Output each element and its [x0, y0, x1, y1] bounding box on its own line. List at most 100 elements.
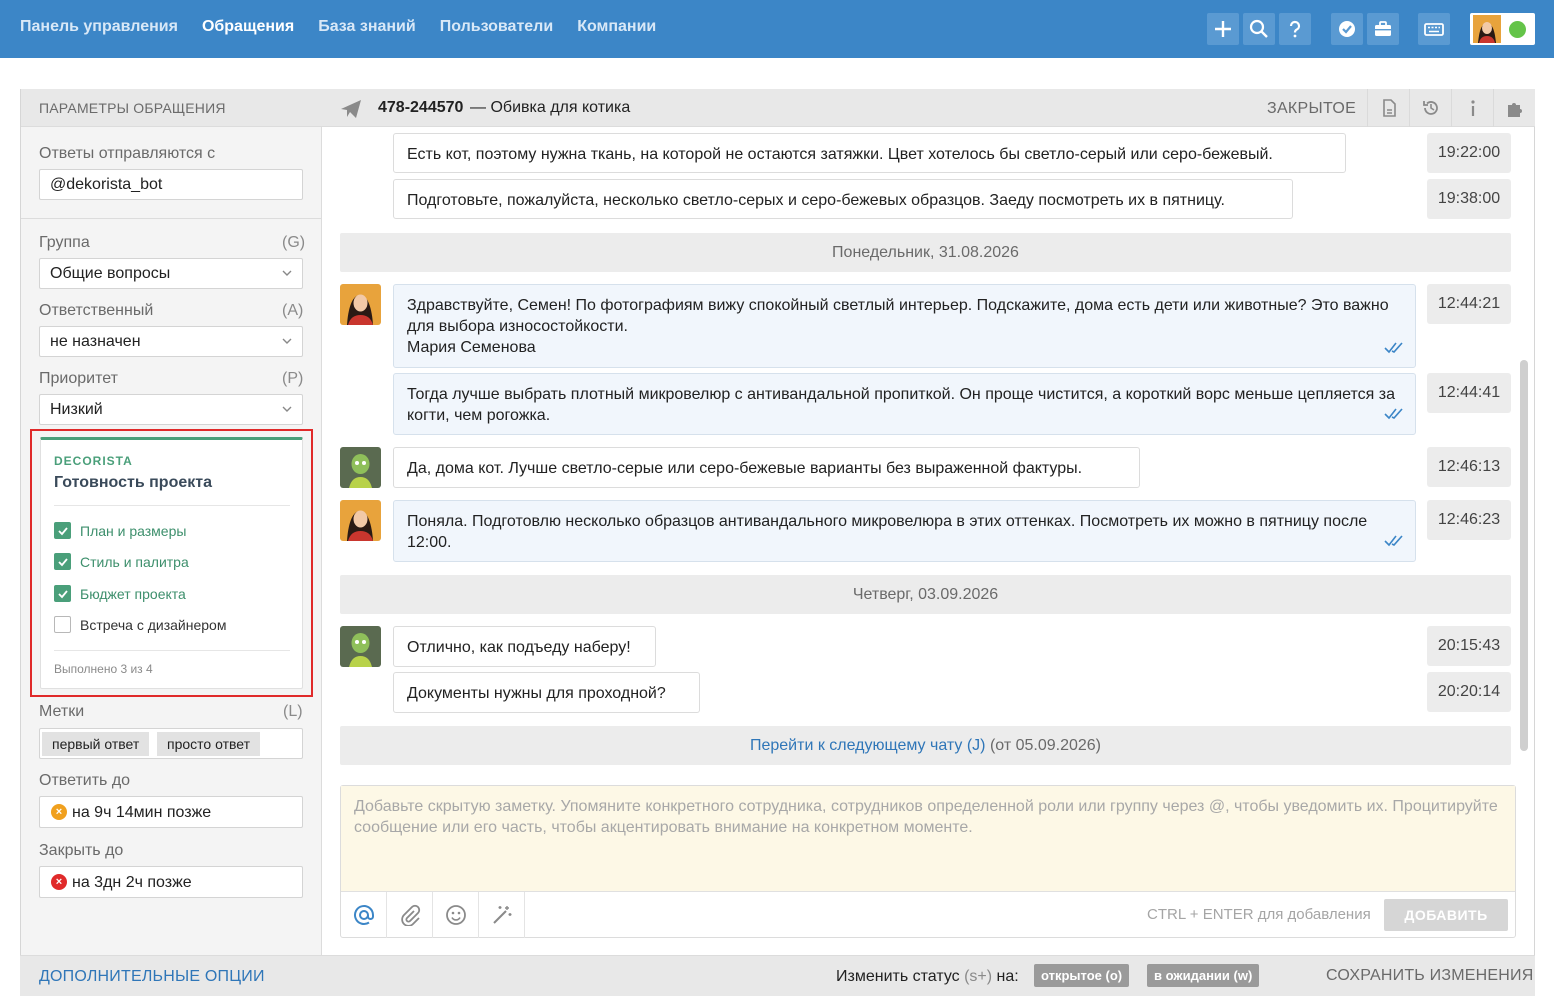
ticket-subject: — Обивка для котика: [470, 99, 630, 117]
widget-divider: [54, 650, 290, 651]
chat-header: 478-244570 — Обивка для котика ЗАКРЫТОЕ: [322, 89, 1535, 127]
checklist-item-label: План и размеры: [80, 522, 187, 539]
checkbox-unchecked[interactable]: [54, 616, 71, 633]
nav-knowledge-base[interactable]: База знаний: [318, 18, 416, 36]
message-client: Отлично, как подъеду наберу!: [393, 626, 656, 667]
status-pending-button[interactable]: в ожидании (w): [1147, 964, 1260, 987]
error-clock-icon: ×: [51, 874, 67, 890]
checklist-item[interactable]: Стиль и палитра: [54, 553, 189, 570]
reply-by-field[interactable]: × на 9ч 14мин позже: [39, 796, 303, 828]
nav-dashboard[interactable]: Панель управления: [20, 18, 178, 36]
nav-users[interactable]: Пользователи: [440, 18, 553, 36]
message-client: Документы нужны для проходной?: [393, 672, 700, 713]
priority-select[interactable]: Низкий: [39, 394, 303, 425]
reply-from-field[interactable]: @dekorista_bot: [39, 169, 303, 200]
online-status-dot: [1509, 21, 1526, 38]
plus-icon[interactable]: [1207, 13, 1239, 45]
help-icon[interactable]: [1279, 13, 1311, 45]
group-hotkey: (G): [282, 234, 306, 251]
double-check-icon: [1384, 408, 1403, 420]
search-icon[interactable]: [1243, 13, 1275, 45]
message-agent: Здравствуйте, Семен! По фотографиям вижу…: [393, 284, 1416, 368]
avatar: [1473, 15, 1501, 43]
document-icon[interactable]: [1367, 89, 1409, 127]
priority-hotkey: (P): [282, 370, 304, 387]
subject-dash: —: [470, 99, 486, 116]
agent-avatar: [340, 284, 381, 325]
checklist-item[interactable]: План и размеры: [54, 522, 186, 539]
tag-chip[interactable]: первый ответ: [42, 732, 150, 756]
composer-toolbar: CTRL + ENTER для добавления ДОБАВИТЬ: [341, 891, 1515, 938]
client-avatar: [340, 626, 381, 667]
briefcase-icon[interactable]: [1367, 13, 1399, 45]
checklist-item[interactable]: Встреча с дизайнером: [54, 616, 226, 633]
group-select-value: Общие вопросы: [50, 265, 171, 282]
message-client: Да, дома кот. Лучше светло-серые или сер…: [393, 447, 1140, 488]
change-status-key: (s+): [964, 968, 993, 985]
assignee-hotkey: (A): [282, 302, 304, 319]
check-badge-icon[interactable]: [1331, 13, 1363, 45]
checkbox-checked[interactable]: [54, 522, 71, 539]
paperclip-icon[interactable]: [387, 892, 433, 938]
day-separator: Четверг, 03.09.2026: [340, 575, 1511, 614]
close-by-field[interactable]: × на 3дн 2ч позже: [39, 866, 303, 898]
chevron-down-icon: [282, 270, 292, 276]
ticket-number: 478-244570: [378, 99, 464, 116]
checkbox-checked[interactable]: [54, 553, 71, 570]
top-navbar: Панель управления Обращения База знаний …: [0, 0, 1554, 58]
priority-label: Приоритет: [39, 370, 118, 387]
magic-wand-icon[interactable]: [479, 892, 525, 938]
tags-field[interactable]: первый ответ просто ответ: [39, 728, 303, 759]
group-select[interactable]: Общие вопросы: [39, 258, 303, 289]
checklist-item[interactable]: Бюджет проекта: [54, 585, 186, 602]
mention-icon[interactable]: [341, 892, 387, 938]
assignee-select-value: не назначен: [50, 333, 141, 350]
reply-from-label: Ответы отправляются с: [39, 145, 216, 162]
panel-header: ПАРАМЕТРЫ ОБРАЩЕНИЯ: [21, 89, 322, 127]
add-note-button[interactable]: ДОБАВИТЬ: [1384, 899, 1508, 931]
widget-divider: [54, 505, 290, 506]
tag-chip[interactable]: просто ответ: [157, 732, 260, 756]
main-nav: Панель управления Обращения База знаний …: [20, 18, 656, 36]
message-time: 12:46:13: [1427, 447, 1511, 487]
day-separator: Понедельник, 31.08.2026: [340, 233, 1511, 272]
message-time: 19:38:00: [1427, 179, 1511, 219]
nav-companies[interactable]: Компании: [577, 18, 656, 36]
checklist-item-label: Стиль и палитра: [80, 553, 189, 570]
more-options-link[interactable]: ДОПОЛНИТЕЛЬНЫЕ ОПЦИИ: [39, 968, 265, 986]
note-input[interactable]: Добавьте скрытую заметку. Упомяните конк…: [341, 786, 1515, 891]
info-icon[interactable]: [1451, 89, 1493, 127]
divider: [21, 218, 322, 219]
keyboard-icon[interactable]: [1418, 13, 1450, 45]
shortcut-hint: CTRL + ENTER для добавления: [1147, 906, 1371, 923]
emoji-icon[interactable]: [433, 892, 479, 938]
message-time: 12:46:23: [1427, 500, 1511, 540]
user-menu[interactable]: [1470, 13, 1535, 45]
warning-clock-icon: ×: [51, 804, 67, 820]
next-chat-link[interactable]: Перейти к следующему чату (J): [750, 737, 986, 754]
widget-title: Готовность проекта: [54, 474, 212, 491]
puzzle-icon[interactable]: [1493, 89, 1535, 127]
chevron-down-icon: [282, 338, 292, 344]
double-check-icon: [1384, 535, 1403, 547]
assignee-select[interactable]: не назначен: [39, 326, 303, 357]
group-label: Группа: [39, 234, 90, 251]
telegram-plane-icon: [341, 100, 361, 118]
change-status-label: Изменить статус (s+) на:: [836, 968, 1019, 986]
message-time: 12:44:41: [1427, 373, 1511, 413]
chat-scrollbar[interactable]: [1520, 360, 1528, 751]
project-readiness-widget: DECORISTA Готовность проекта План и разм…: [40, 437, 303, 689]
change-status-prefix: Изменить статус: [836, 968, 965, 985]
close-by-value: на 3дн 2ч позже: [72, 874, 192, 891]
tags-hotkey: (L): [283, 703, 303, 720]
message-agent: Тогда лучше выбрать плотный микровелюр с…: [393, 373, 1416, 435]
assignee-label: Ответственный: [39, 302, 154, 319]
history-icon[interactable]: [1409, 89, 1451, 127]
save-changes-button[interactable]: СОХРАНИТЬ ИЗМЕНЕНИЯ: [1326, 967, 1533, 985]
subject-text: Обивка для котика: [490, 99, 631, 116]
double-check-icon: [1384, 342, 1403, 354]
footer-bar: ДОПОЛНИТЕЛЬНЫЕ ОПЦИИ Изменить статус (s+…: [20, 955, 1535, 996]
status-open-button[interactable]: открытое (o): [1034, 964, 1130, 987]
checkbox-checked[interactable]: [54, 585, 71, 602]
nav-tickets[interactable]: Обращения: [202, 18, 294, 36]
